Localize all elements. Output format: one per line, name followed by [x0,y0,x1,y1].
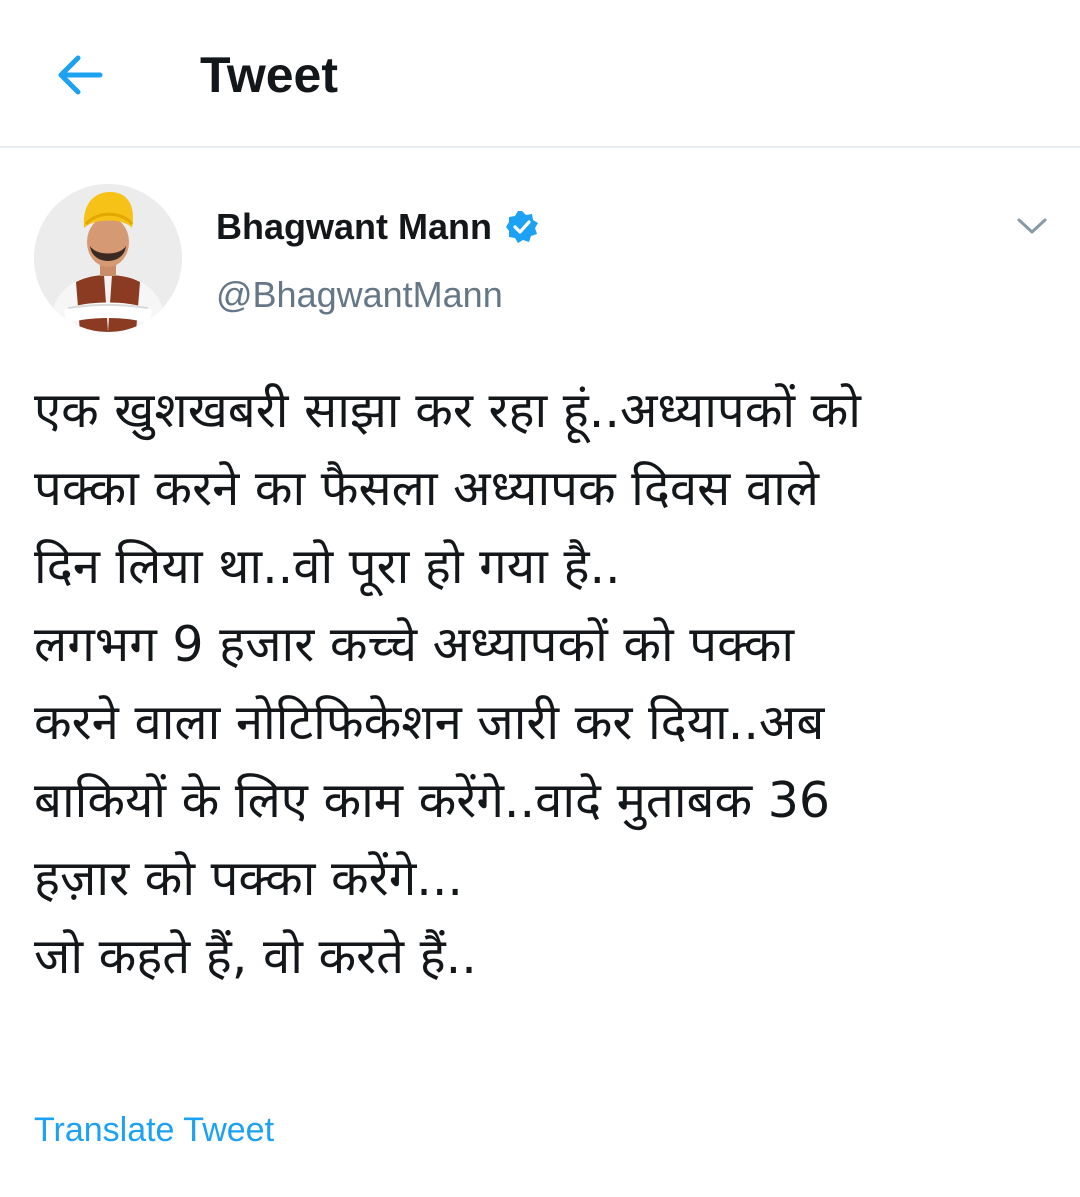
author-name-text: Bhagwant Mann [216,206,492,247]
tweet-line: बाकियों के लिए काम करेंगे..वादे मुताबक 3… [34,772,831,829]
avatar[interactable] [34,184,182,332]
tweet-line: दिन लिया था..वो पूरा हो गया है.. [34,538,621,595]
chevron-down-icon [1017,218,1047,234]
back-button[interactable] [44,40,114,110]
author-name[interactable]: Bhagwant Mann [216,204,540,250]
profile-photo [34,184,182,332]
top-bar: Tweet [0,0,1080,148]
more-options-button[interactable] [1010,206,1054,246]
author-handle[interactable]: @BhagwantMann [216,272,503,318]
tweet-line: लगभग 9 हजार कच्चे अध्यापकों को पक्का [34,616,795,673]
translate-tweet-link[interactable]: Translate Tweet [34,1108,274,1152]
arrow-left-icon [58,55,103,95]
verified-badge-icon [504,209,540,245]
tweet-line: पक्का करने का फैसला अध्यापक दिवस वाले [34,460,819,517]
tweet-line: एक खुशखबरी साझा कर रहा हूं..अध्यापकों को [34,382,861,439]
tweet-line: जो कहते हैं, वो करते हैं.. [34,928,477,985]
tweet-line: हज़ार को पक्का करेंगे... [34,850,464,907]
page-title: Tweet [200,47,338,103]
tweet-text: एक खुशखबरी साझा कर रहा हूं..अध्यापकों को… [34,372,1044,996]
tweet-line: करने वाला नोटिफिकेशन जारी कर दिया..अब [34,694,825,751]
